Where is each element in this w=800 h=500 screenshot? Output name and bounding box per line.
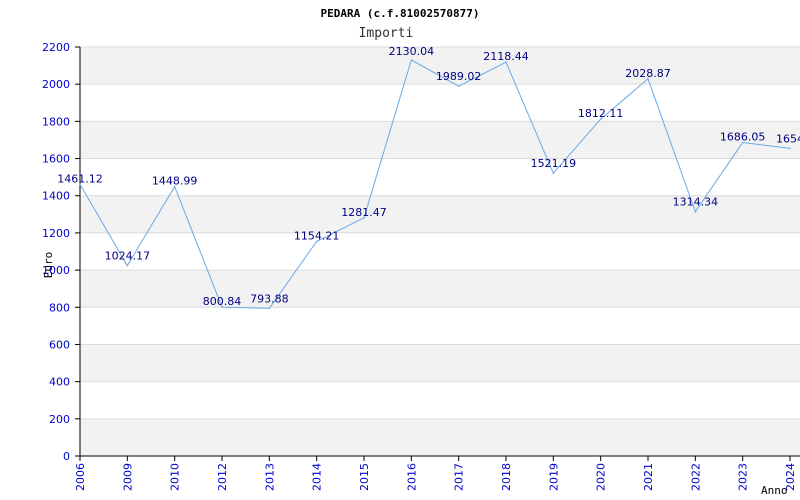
x-tick-label: 2012 [216, 463, 229, 491]
data-point [457, 85, 460, 88]
data-label: 1024.17 [105, 250, 151, 263]
y-tick-label: 1400 [42, 190, 70, 203]
data-label: 1448.99 [152, 175, 198, 188]
chart-subtitle: Importi [359, 26, 414, 41]
grid-band [80, 418, 800, 456]
data-label: 800.84 [203, 295, 242, 308]
data-label: 1281.47 [341, 206, 387, 219]
data-label: 1654.9 [776, 132, 800, 145]
y-tick-label: 1800 [42, 115, 70, 128]
y-tick-label: 2000 [42, 78, 70, 91]
grid-band [80, 344, 800, 382]
grid-band [80, 232, 800, 271]
y-tick-label: 600 [49, 338, 70, 351]
y-tick-label: 400 [49, 376, 70, 389]
grid-band [80, 381, 800, 419]
grid-band [80, 307, 800, 345]
data-label: 1989.02 [436, 70, 482, 83]
data-label: 2028.87 [625, 67, 671, 80]
x-tick-label: 2013 [263, 463, 276, 491]
data-point [410, 59, 413, 61]
grid-band [80, 121, 800, 159]
y-axis-label: Euro [42, 252, 55, 279]
x-tick-label: 2016 [405, 463, 418, 491]
y-tick-label: 200 [49, 413, 70, 426]
x-tick-label: 2014 [311, 463, 324, 491]
data-point [789, 147, 791, 150]
x-tick-label: 2020 [595, 463, 608, 491]
x-tick-label: 2022 [689, 463, 702, 491]
x-tick-label: 2006 [74, 463, 87, 491]
line-chart: 0200400600800100012001400160018002000220… [42, 7, 800, 497]
data-point [552, 172, 555, 174]
x-tick-label: 2017 [453, 463, 466, 491]
grid-bands [80, 47, 800, 456]
y-tick-label: 800 [49, 301, 70, 314]
y-tick-label: 1200 [42, 227, 70, 240]
data-label: 2130.04 [389, 45, 435, 58]
data-label: 1686.05 [720, 131, 766, 144]
x-axis-label: Anno [761, 484, 788, 497]
x-tick-label: 2010 [169, 463, 182, 491]
data-label: 793.88 [250, 292, 289, 305]
x-tick-label: 2009 [121, 463, 134, 491]
data-point [126, 264, 129, 267]
x-tick-labels: 2006 2009 2010 2012 2013 2014 2015 2016 2017 2018… [74, 463, 797, 491]
data-label: 1314.34 [673, 196, 719, 209]
x-tick-label: 2018 [500, 463, 513, 491]
x-tick-label: 2023 [737, 463, 750, 491]
x-tick-label: 2015 [358, 463, 371, 491]
data-point [694, 210, 697, 213]
grid-band [80, 270, 800, 308]
data-label: 2118.44 [483, 50, 529, 63]
grid-band [80, 84, 800, 122]
x-tick-label: 2021 [642, 463, 655, 491]
data-label: 1154.21 [294, 229, 340, 242]
y-tick-label: 2200 [42, 41, 70, 54]
data-label: 1812.11 [578, 107, 624, 120]
y-tick-label: 0 [63, 450, 70, 463]
data-point [268, 307, 271, 310]
data-label: 1461.12 [57, 172, 103, 185]
chart-title: PEDARA (c.f.81002570877) [321, 7, 480, 20]
y-tick-label: 1600 [42, 153, 70, 166]
x-tick-label: 2019 [547, 463, 560, 491]
data-label: 1521.19 [531, 157, 577, 170]
